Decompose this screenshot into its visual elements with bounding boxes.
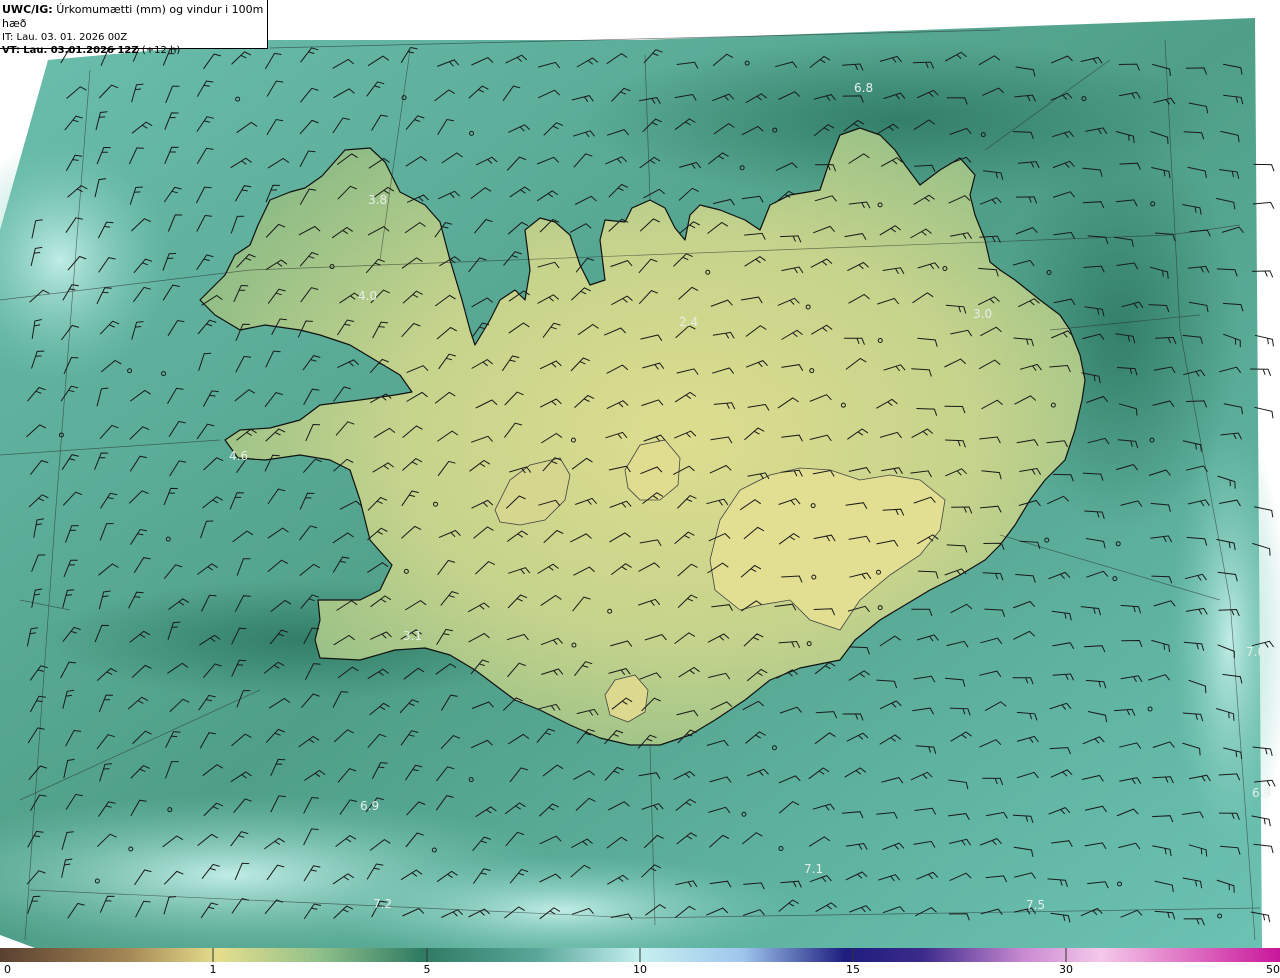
value-label: 4.6 bbox=[229, 449, 248, 463]
valid-prefix: VT: bbox=[2, 45, 21, 56]
map-info-box: UWC/IG: Úrkomumætti (mm) og vindur i 100… bbox=[0, 0, 268, 56]
value-label: 7.5 bbox=[1026, 898, 1045, 912]
colorbar bbox=[0, 948, 1280, 962]
value-label: 2.4 bbox=[679, 315, 698, 329]
colorbar-tick: 10 bbox=[633, 963, 647, 976]
colorbar-tick: 15 bbox=[846, 963, 860, 976]
value-label: 3.0 bbox=[973, 307, 992, 321]
value-label: 4.0 bbox=[358, 289, 377, 303]
colorbar-tick: 1 bbox=[209, 963, 217, 976]
value-label: 6.9 bbox=[1252, 786, 1271, 800]
colorbar-tick: 50 bbox=[1266, 963, 1280, 976]
wind-barb bbox=[1253, 163, 1275, 172]
valid-time: Lau. 03.01.2026 12Z bbox=[23, 45, 139, 56]
model-name: UWC/IG: bbox=[2, 3, 53, 16]
value-label: 7.1 bbox=[804, 862, 823, 876]
value-label: 6.8 bbox=[854, 81, 873, 95]
wind-barb bbox=[1254, 334, 1274, 347]
value-label: 7.2 bbox=[373, 897, 392, 911]
value-label: 3.8 bbox=[368, 193, 387, 207]
colorbar-tick: 0 bbox=[4, 963, 11, 976]
colorbar-tick: 5 bbox=[423, 963, 431, 976]
value-label: 3.1 bbox=[403, 629, 422, 643]
colorbar-ticks: 0 1 5 10 15 30 50 bbox=[0, 962, 1280, 978]
forecast-map: 6.8 3.8 4.0 2.4 3.0 4.6 3.1 7.0 6.9 7.1 … bbox=[0, 18, 1280, 948]
lead-time: (+12 h) bbox=[141, 45, 181, 56]
value-label: 7.0 bbox=[1246, 645, 1265, 659]
initial-time: IT: Lau. 03. 01. 2026 00Z bbox=[2, 32, 128, 43]
colorbar-tick: 30 bbox=[1059, 963, 1073, 976]
value-label: 6.9 bbox=[360, 799, 379, 813]
